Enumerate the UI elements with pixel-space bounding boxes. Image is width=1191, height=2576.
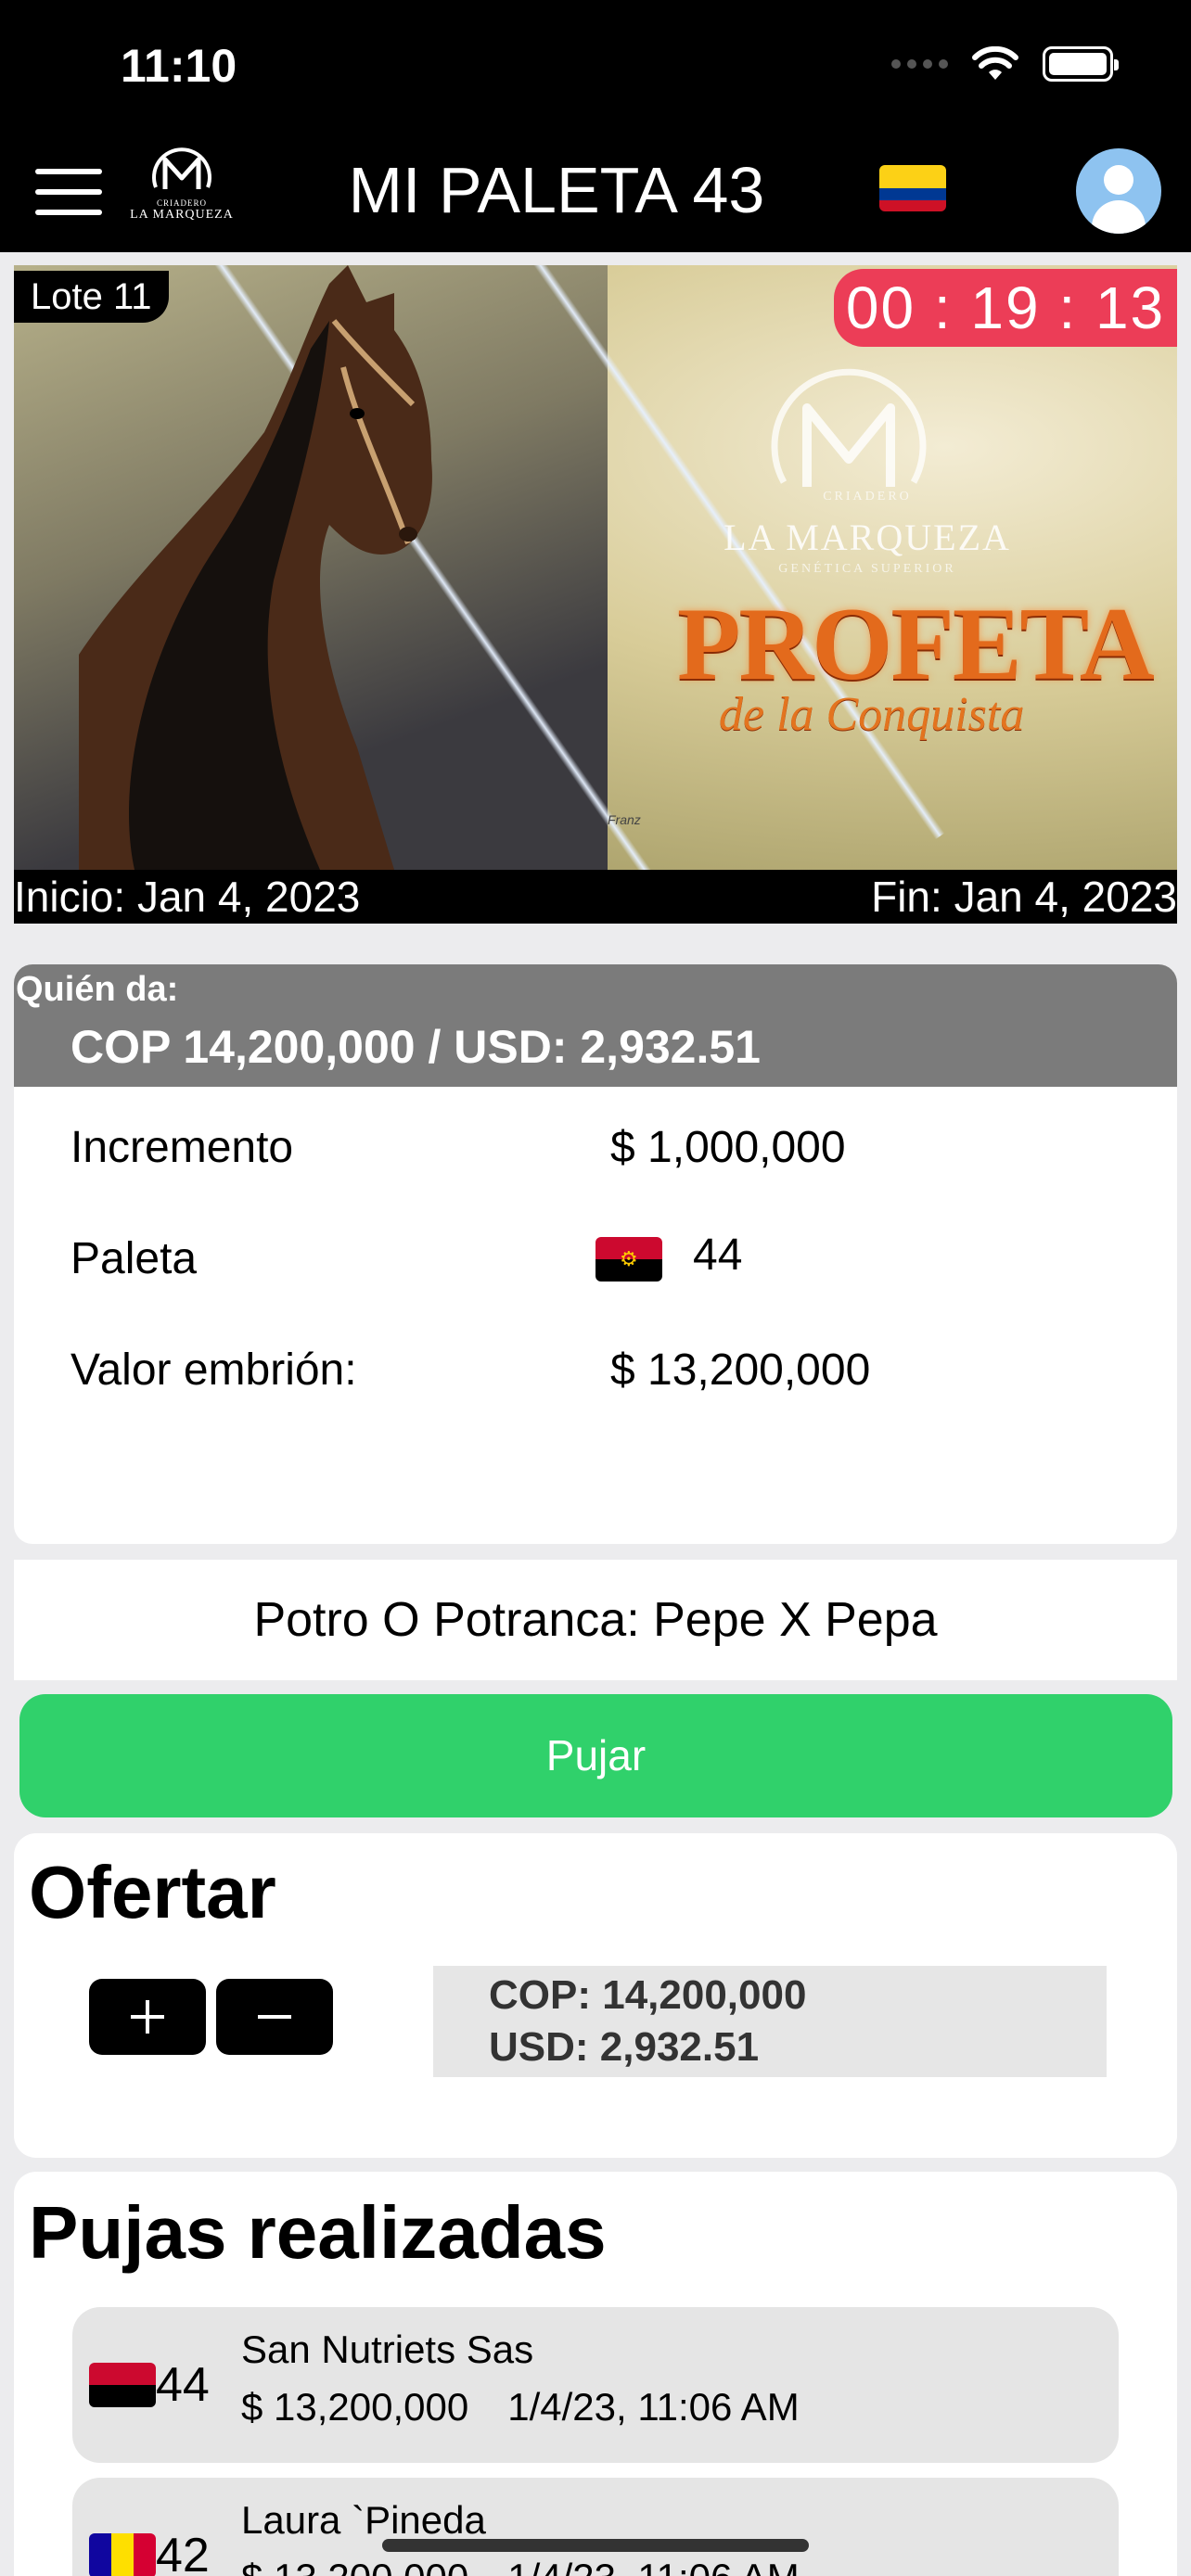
minus-icon[interactable] <box>216 1979 333 2055</box>
list-item: 44 San Nutriets Sas $ 13,200,000 1/4/23,… <box>72 2307 1119 2463</box>
end-date: Fin: Jan 4, 2023 <box>871 873 1177 921</box>
status-time: 11:10 <box>121 40 237 92</box>
profile-icon[interactable] <box>1076 148 1161 234</box>
bids-card: Pujas realizadas 44 San Nutriets Sas $ 1… <box>14 2172 1177 2576</box>
lot-description: Potro O Potranca: Pepe X Pepa <box>14 1560 1177 1680</box>
angola-flag-icon <box>89 2363 156 2407</box>
logo-icon: CRIADERO LA MARQUEZA <box>128 141 236 237</box>
wifi-icon <box>972 46 1018 80</box>
bid-meta: $ 13,200,000 1/4/23, 11:06 AM <box>241 2385 800 2429</box>
bid-date: 1/4/23, 11:06 AM <box>507 2556 799 2576</box>
current-bid-label: Quién da: <box>16 970 179 1009</box>
bid-paddle: 44 <box>156 2358 210 2412</box>
brand-name: LA MARQUEZA <box>724 516 1011 558</box>
countdown-timer: 00 : 19 : 13 <box>834 269 1177 347</box>
angola-flag-icon: ⚙ <box>596 1237 662 1282</box>
artist-signature: Franz <box>608 812 641 827</box>
lot-badge: Lote 11 <box>14 271 169 323</box>
increment-label: Incremento <box>70 1123 294 1172</box>
logo-line-2: LA MARQUEZA <box>130 208 234 222</box>
colombia-flag-icon[interactable] <box>879 165 946 211</box>
bids-title: Pujas realizadas <box>29 2191 607 2274</box>
horse-subtitle: de la Conquista <box>719 688 1025 741</box>
lot-image: CRIADERO LA MARQUEZA GENÉTICA SUPERIOR P… <box>14 265 1177 870</box>
bid-amount: $ 13,200,000 <box>241 2385 469 2429</box>
bidder-name: Laura `Pineda <box>241 2498 486 2542</box>
paddle-label: Paleta <box>70 1234 198 1283</box>
horse-illustration <box>79 265 432 870</box>
embryo-value: $ 13,200,000 <box>610 1345 871 1395</box>
offer-card: Ofertar COP: 14,200,000 USD: 2,932.51 <box>14 1833 1177 2158</box>
offer-title: Ofertar <box>29 1851 276 1933</box>
start-date: Inicio: Jan 4, 2023 <box>14 873 361 921</box>
bid-button[interactable]: Pujar <box>19 1694 1172 1817</box>
embryo-label: Valor embrión: <box>70 1345 357 1395</box>
home-indicator[interactable] <box>382 2539 809 2552</box>
current-bid-amount: COP 14,200,000 / USD: 2,932.51 <box>70 1021 761 1073</box>
bidder-name: San Nutriets Sas <box>241 2327 534 2371</box>
offer-cop: COP: 14,200,000 <box>489 1972 807 2018</box>
bid-meta: $ 13,200,000 1/4/23, 11:06 AM <box>241 2556 800 2576</box>
current-bid-header: Quién da: COP 14,200,000 / USD: 2,932.51 <box>14 964 1177 1087</box>
brand-tagline: GENÉTICA SUPERIOR <box>778 562 956 576</box>
bid-paddle: 42 <box>156 2529 210 2576</box>
plus-icon[interactable] <box>89 1979 206 2055</box>
current-bid-card: Quién da: COP 14,200,000 / USD: 2,932.51… <box>14 964 1177 1544</box>
offer-amount-box: COP: 14,200,000 USD: 2,932.51 <box>433 1966 1107 2077</box>
offer-usd: USD: 2,932.51 <box>489 2024 760 2070</box>
bid-date: 1/4/23, 11:06 AM <box>507 2385 800 2429</box>
bid-amount: $ 13,200,000 <box>241 2556 468 2576</box>
top-bar: 11:10 CRIADERO LA MARQUEZA MI PALETA 43 <box>0 0 1191 252</box>
auction-dates: Inicio: Jan 4, 2023 Fin: Jan 4, 2023 <box>14 870 1177 924</box>
logo-line-1: CRIADERO <box>156 198 207 208</box>
andorra-flag-icon <box>89 2533 156 2576</box>
battery-icon <box>1043 46 1119 82</box>
page-title: MI PALETA 43 <box>348 154 765 226</box>
menu-icon[interactable] <box>35 169 102 215</box>
list-item: 42 Laura `Pineda $ 13,200,000 1/4/23, 11… <box>72 2478 1119 2576</box>
brand-criadero: CRIADERO <box>823 490 912 504</box>
paddle-value: 44 <box>693 1231 743 1280</box>
status-icons <box>891 46 1119 82</box>
cellular-signal-icon <box>891 59 948 69</box>
increment-value: $ 1,000,000 <box>610 1123 846 1172</box>
